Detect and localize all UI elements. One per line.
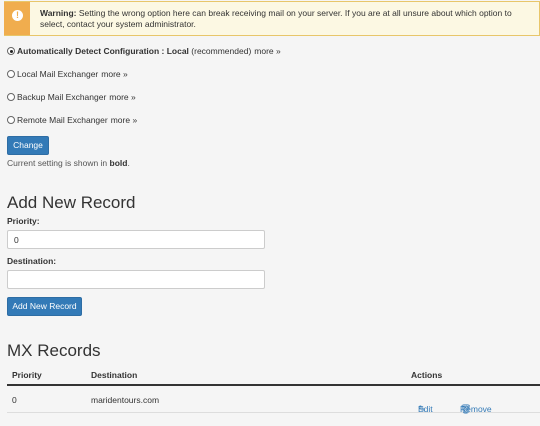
option-label: Local Mail Exchanger: [17, 69, 99, 79]
radio-backup[interactable]: [7, 93, 15, 101]
cell-destination: maridentours.com: [91, 395, 160, 405]
more-link[interactable]: more »: [254, 46, 280, 56]
current-setting-note: Current setting is shown in bold.: [7, 158, 130, 168]
table-row: 0 maridentours.com ✎ Edit 🗑 Remove: [7, 386, 540, 414]
note-suffix: .: [127, 158, 130, 168]
more-link[interactable]: more »: [101, 69, 127, 79]
edit-label: Edit: [418, 404, 433, 414]
destination-input[interactable]: [7, 270, 265, 289]
priority-label: Priority:: [7, 216, 40, 226]
note-prefix: Current setting is shown in: [7, 158, 108, 168]
option-local[interactable]: Local Mail Exchanger more »: [7, 68, 128, 80]
destination-label: Destination:: [7, 256, 57, 266]
alert-text: Warning: Setting the wrong option here c…: [40, 8, 535, 30]
change-button[interactable]: Change: [7, 136, 49, 155]
alert-label: Warning:: [40, 8, 77, 18]
option-auto-detect[interactable]: Automatically Detect Configuration : Loc…: [7, 45, 281, 57]
option-remote[interactable]: Remote Mail Exchanger more »: [7, 114, 137, 126]
cell-priority: 0: [12, 395, 17, 405]
option-suffix: (recommended): [191, 46, 252, 56]
more-link[interactable]: more »: [111, 115, 137, 125]
option-label: Backup Mail Exchanger: [17, 92, 107, 102]
radio-auto-detect[interactable]: [7, 47, 15, 55]
radio-local[interactable]: [7, 70, 15, 78]
radio-remote[interactable]: [7, 116, 15, 124]
mx-records-table: Priority Destination Actions 0 maridento…: [7, 366, 540, 414]
option-backup[interactable]: Backup Mail Exchanger more »: [7, 91, 136, 103]
add-new-record-button[interactable]: Add New Record: [7, 297, 82, 316]
mx-records-heading: MX Records: [7, 341, 101, 360]
note-bold: bold: [109, 158, 128, 168]
column-header-actions: Actions: [411, 370, 443, 380]
column-header-priority: Priority: [12, 370, 42, 380]
option-label: Remote Mail Exchanger: [17, 115, 108, 125]
option-label: Automatically Detect Configuration : Loc…: [17, 46, 189, 56]
warning-icon: !: [12, 10, 23, 21]
remove-label: Remove: [460, 404, 492, 414]
warning-alert: ! Warning: Setting the wrong option here…: [4, 1, 540, 36]
more-link[interactable]: more »: [109, 92, 135, 102]
priority-input[interactable]: [7, 230, 265, 249]
alert-icon-strip: !: [4, 2, 30, 35]
table-header: Priority Destination Actions: [7, 366, 540, 386]
alert-message: Setting the wrong option here can break …: [40, 8, 512, 29]
column-header-destination: Destination: [91, 370, 138, 380]
add-record-heading: Add New Record: [7, 193, 136, 212]
